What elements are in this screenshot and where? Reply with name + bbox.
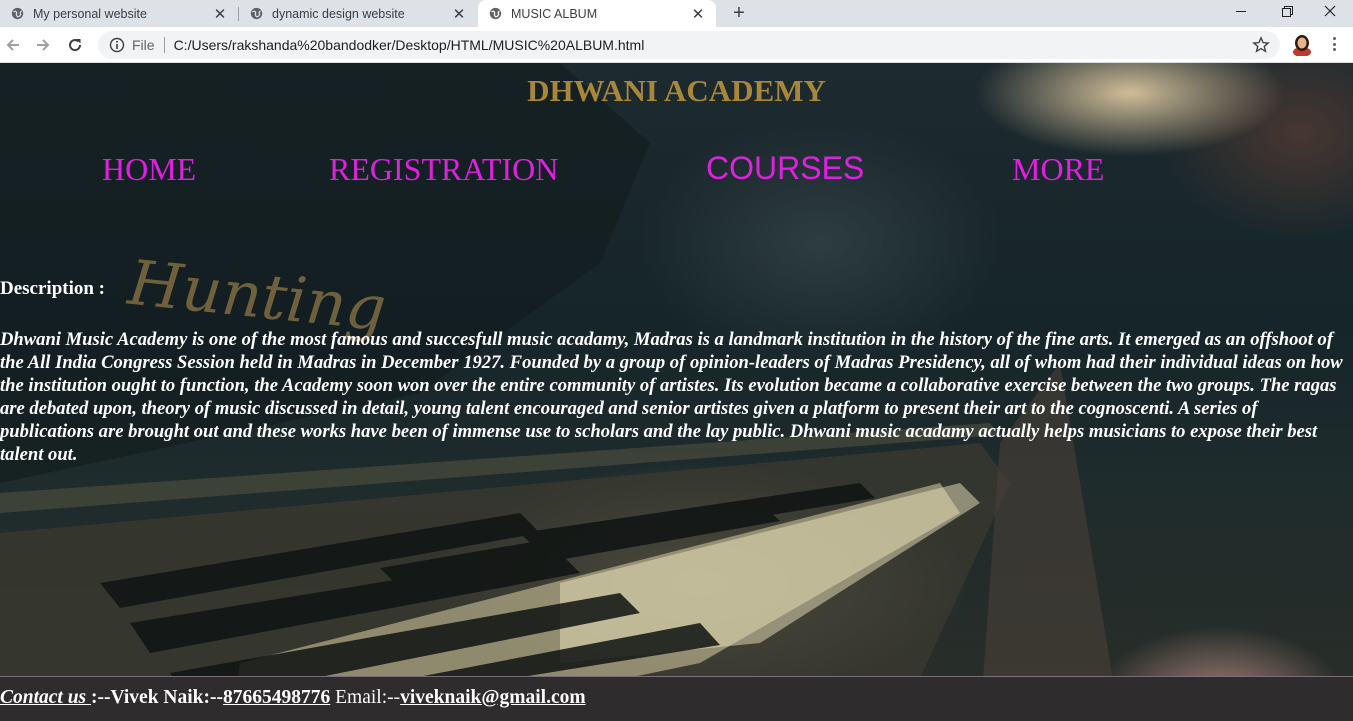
globe-icon: [11, 7, 24, 20]
globe-icon: [250, 7, 263, 20]
footer-separator: :--: [91, 687, 111, 708]
tab-strip: My personal website ✕ dynamic design web…: [0, 0, 1353, 27]
email-link[interactable]: viveknaik@gmail.com: [400, 687, 586, 708]
avatar[interactable]: [1291, 32, 1313, 57]
close-tab-icon[interactable]: ✕: [212, 6, 228, 23]
nav-link-more[interactable]: MORE: [1012, 151, 1104, 188]
tab-title: My personal website: [33, 6, 147, 21]
page-viewport: Hunting DHWANI ACADEMY HOME REGISTRATION…: [0, 63, 1353, 721]
tab-dynamic-design[interactable]: dynamic design website ✕: [239, 0, 477, 27]
contact-us-link[interactable]: Contact us: [0, 687, 91, 708]
description-label: Description :: [0, 278, 106, 299]
page-title: DHWANI ACADEMY: [527, 73, 826, 108]
nav-link-courses[interactable]: COURSES: [706, 150, 864, 187]
back-icon[interactable]: [1, 33, 25, 57]
tab-music-album[interactable]: MUSIC ALBUM ✕: [478, 0, 716, 27]
tab-title: dynamic design website: [272, 6, 405, 21]
info-icon[interactable]: [109, 37, 125, 53]
nav-link-registration[interactable]: REGISTRATION: [329, 151, 558, 188]
address-bar[interactable]: File C:/Users/rakshanda%20bandodker/Desk…: [98, 31, 1280, 59]
tab-title: MUSIC ALBUM: [511, 6, 598, 21]
star-icon[interactable]: [1252, 36, 1270, 54]
omnibox-divider: [163, 37, 165, 53]
browser-toolbar: File C:/Users/rakshanda%20bandodker/Desk…: [0, 27, 1353, 63]
footer: Contact us :--Vivek Naik:--87665498776 E…: [0, 676, 1353, 721]
description-text: Dhwani Music Academy is one of the most …: [0, 329, 1343, 465]
nav-link-home[interactable]: HOME: [102, 151, 196, 188]
scheme-label: File: [132, 37, 155, 53]
email-label: Email:--: [330, 687, 401, 708]
globe-icon: [489, 7, 502, 20]
minimize-icon[interactable]: [1218, 0, 1264, 22]
maximize-icon[interactable]: [1264, 0, 1310, 22]
forward-icon[interactable]: [31, 33, 55, 57]
contact-name: Vivek Naik:--: [110, 687, 223, 708]
reload-icon[interactable]: [63, 33, 87, 57]
close-window-icon[interactable]: [1307, 0, 1353, 22]
close-tab-icon[interactable]: ✕: [451, 6, 467, 23]
close-tab-icon[interactable]: ✕: [690, 6, 706, 23]
new-tab-icon[interactable]: +: [728, 2, 750, 24]
tab-personal-website[interactable]: My personal website ✕: [0, 0, 238, 27]
url-text[interactable]: C:/Users/rakshanda%20bandodker/Desktop/H…: [174, 37, 1252, 53]
phone-link[interactable]: 87665498776: [223, 687, 330, 708]
menu-icon[interactable]: [1326, 36, 1342, 52]
